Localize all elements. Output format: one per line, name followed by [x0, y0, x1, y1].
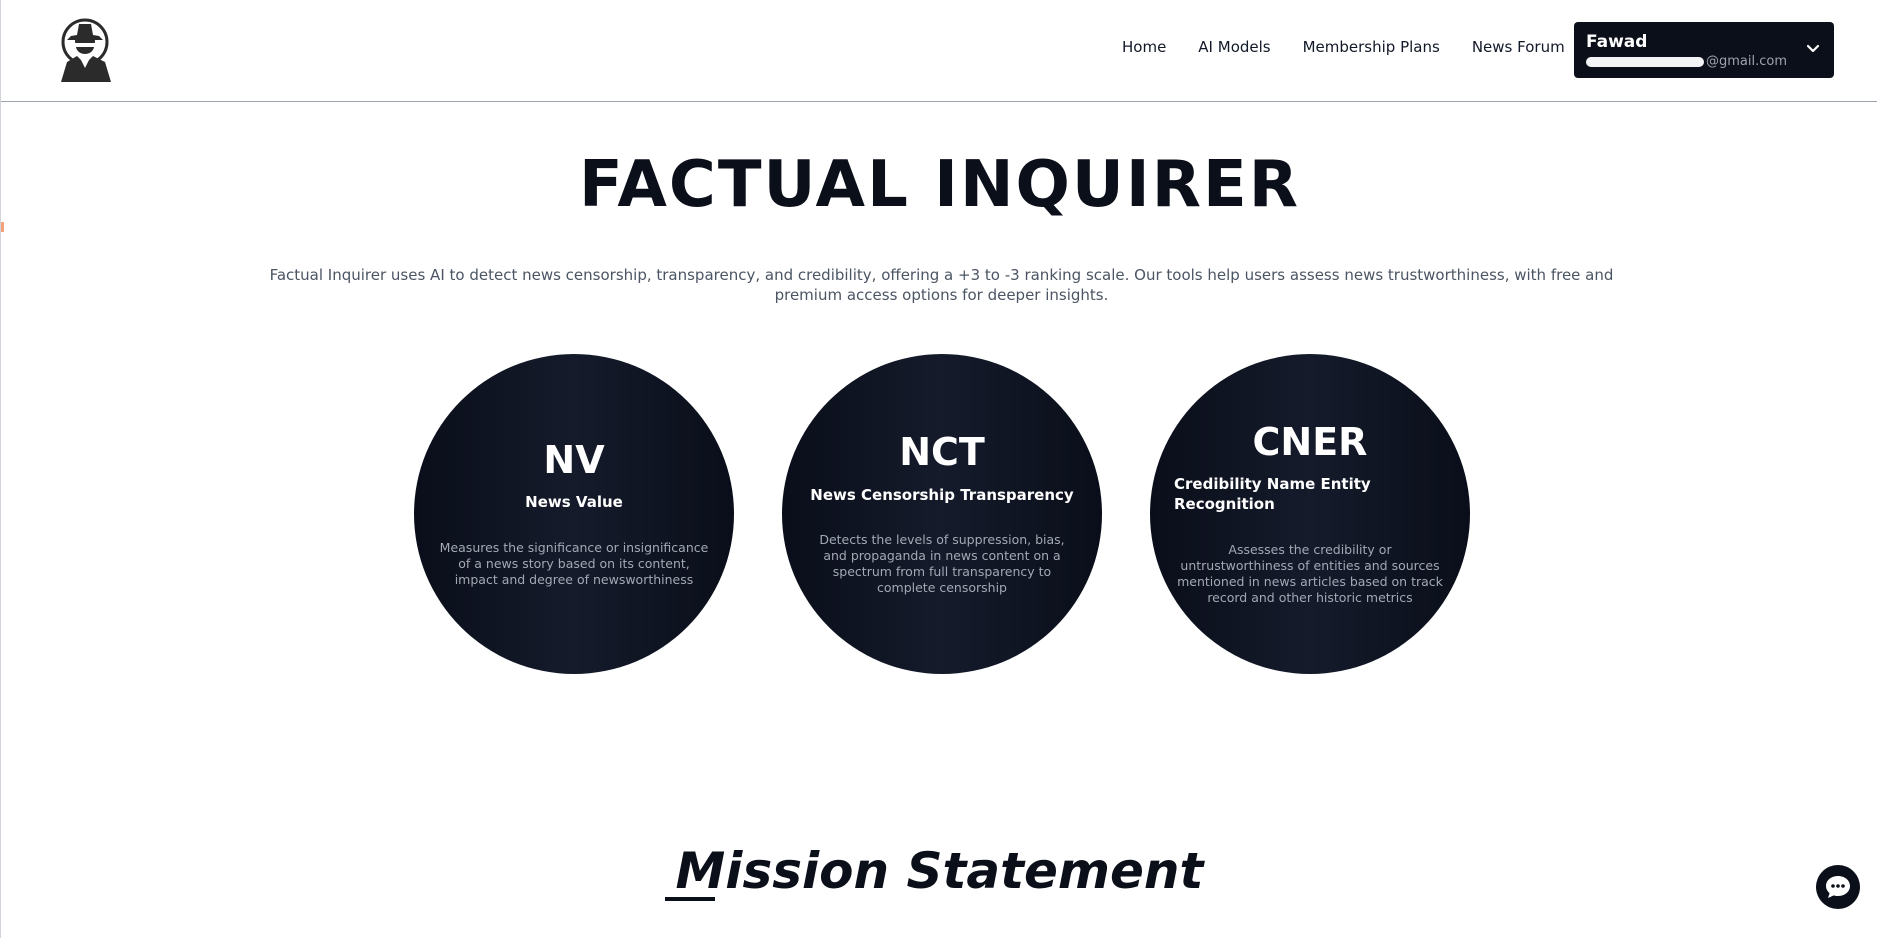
model-description: Detects the levels of suppression, bias,…: [819, 532, 1065, 595]
user-email-row: @gmail.com: [1586, 54, 1822, 69]
nav-home[interactable]: Home: [1122, 38, 1166, 56]
model-abbr: NV: [543, 438, 605, 482]
model-card-nct[interactable]: NCT News Censorship Transparency Detects…: [782, 354, 1102, 674]
nav-news-forum[interactable]: News Forum: [1472, 38, 1565, 56]
model-name: Credibility Name Entity Recognition: [1174, 475, 1371, 513]
page-title: FACTUAL INQUIRER: [579, 148, 1300, 222]
main-nav: Home AI Models Membership Plans News For…: [1122, 38, 1597, 56]
model-name: News Censorship Transparency: [810, 486, 1074, 504]
model-abbr: NCT: [899, 430, 985, 474]
hero-description: Factual Inquirer uses AI to detect news …: [269, 266, 1614, 304]
chat-bubble-icon: [1826, 876, 1850, 898]
model-description: Measures the significance or insignifica…: [439, 540, 709, 587]
site-header: Home AI Models Membership Plans News For…: [1, 0, 1877, 102]
chat-button[interactable]: [1816, 865, 1860, 909]
model-card-cner[interactable]: CNER Credibility Name Entity Recognition…: [1150, 354, 1470, 674]
detective-logo-icon: [61, 18, 111, 82]
user-email-suffix: @gmail.com: [1706, 54, 1788, 69]
mission-heading: Mission Statement: [675, 842, 1204, 900]
nav-membership-plans[interactable]: Membership Plans: [1303, 38, 1440, 56]
model-description: Assesses the credibility or untrustworth…: [1177, 542, 1443, 605]
side-accent-mark: [1, 222, 4, 232]
chevron-down-icon[interactable]: [1806, 44, 1820, 54]
mission-underline: [665, 897, 715, 901]
user-name: Fawad: [1586, 32, 1648, 52]
model-card-nv[interactable]: NV News Value Measures the significance …: [414, 354, 734, 674]
nav-ai-models[interactable]: AI Models: [1198, 38, 1270, 56]
user-menu[interactable]: Fawad @gmail.com: [1574, 22, 1834, 78]
email-redaction: [1586, 56, 1704, 67]
logo-link[interactable]: [59, 18, 115, 82]
model-abbr: CNER: [1252, 420, 1368, 464]
model-name: News Value: [525, 493, 623, 511]
